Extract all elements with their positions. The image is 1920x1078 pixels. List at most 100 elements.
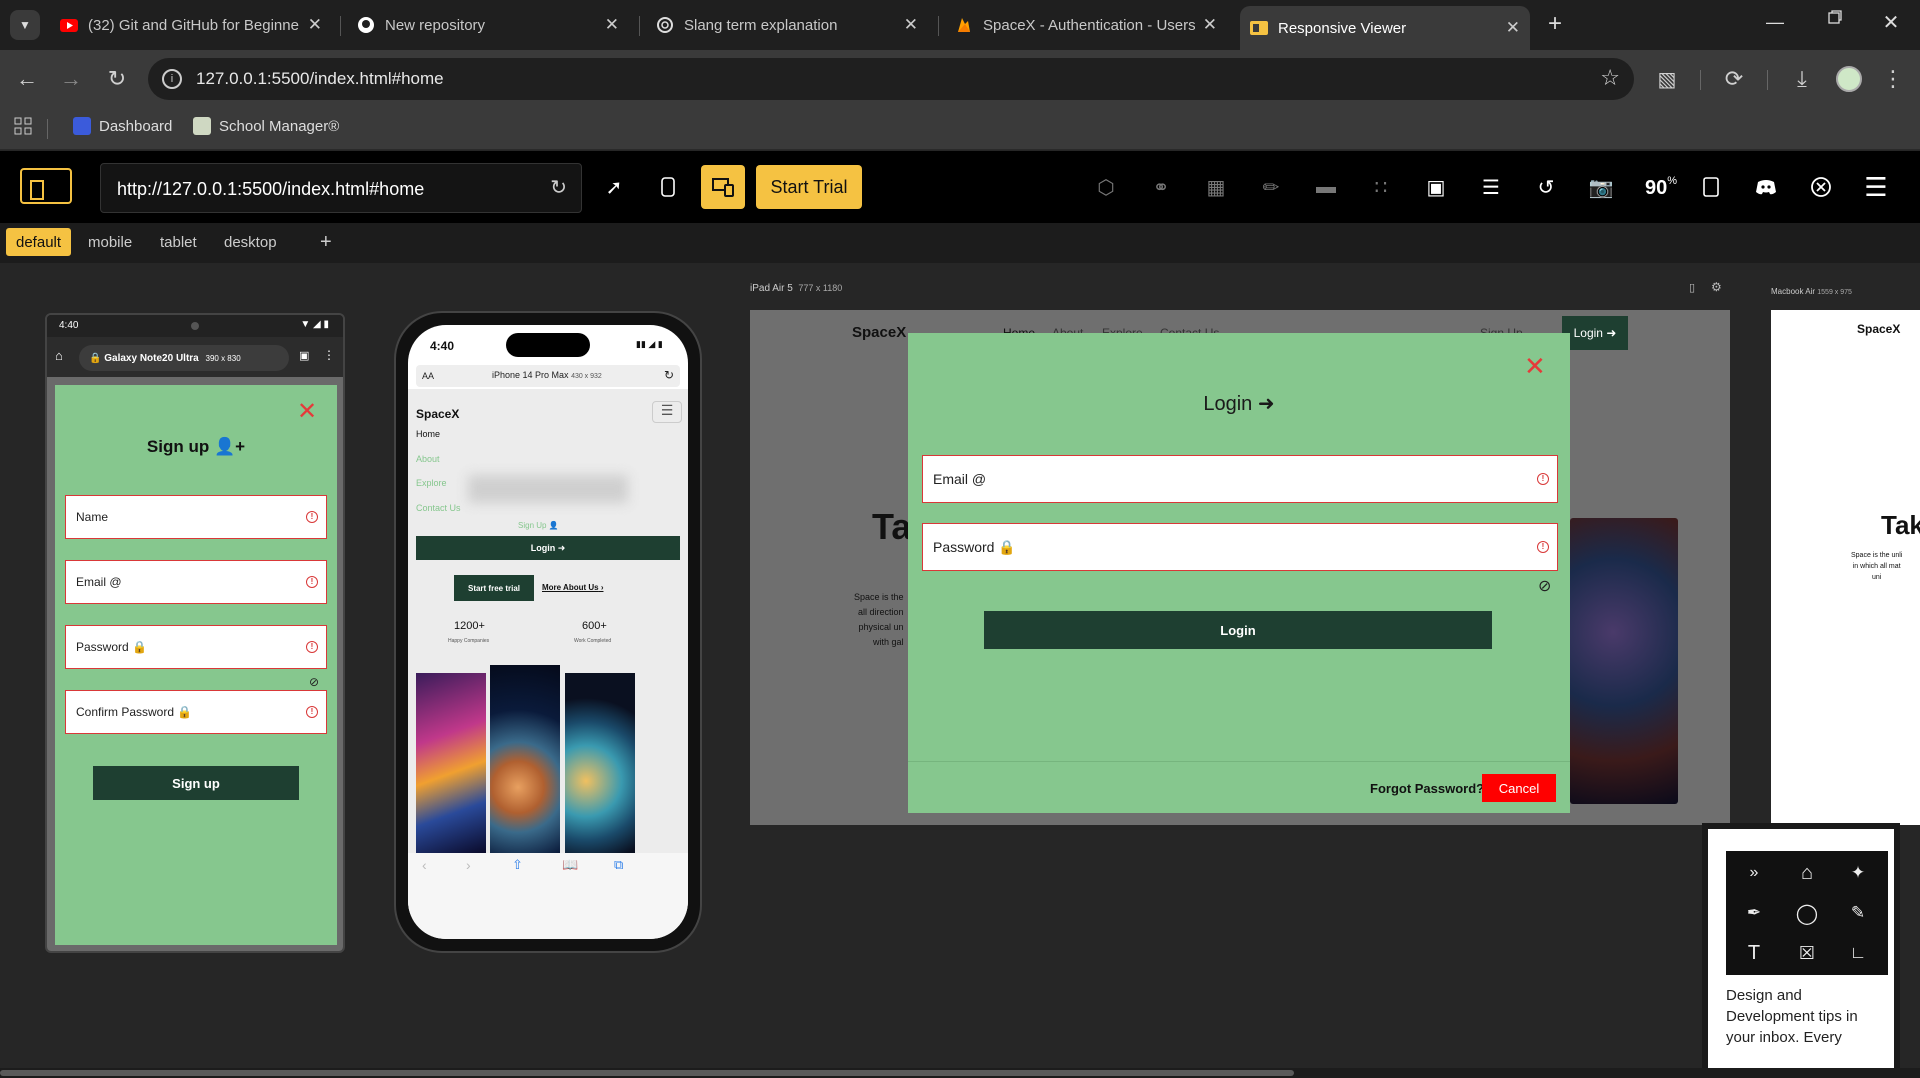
back-icon[interactable]: ‹ — [422, 857, 427, 873]
tab-chatgpt[interactable]: Slang term explanation ✕ — [646, 8, 928, 42]
note-pointer-icon[interactable]: ✎ — [1838, 895, 1878, 931]
back-button[interactable]: ← — [10, 62, 44, 96]
restore-button[interactable] — [1820, 10, 1850, 34]
hamburger-menu-icon[interactable]: ☰ — [1858, 169, 1894, 205]
preset-default[interactable]: default — [6, 228, 72, 256]
discord-icon[interactable] — [1748, 169, 1784, 205]
tab-firebase[interactable]: SpaceX - Authentication - Users ✕ — [945, 8, 1227, 42]
avatar[interactable] — [1836, 66, 1862, 92]
password-input[interactable]: Password 🔒! — [65, 625, 327, 669]
omnibox[interactable]: i 127.0.0.1:5500/index.html#home ☆ — [148, 58, 1634, 100]
sync-devices-button[interactable] — [701, 165, 745, 209]
preset-tablet[interactable]: tablet — [150, 228, 207, 256]
close-circle-icon[interactable] — [1803, 169, 1839, 205]
device-rotate-icon[interactable] — [650, 169, 686, 205]
add-preset-button[interactable]: + — [310, 228, 342, 256]
lasso-icon[interactable]: ◯ — [1787, 895, 1827, 931]
bookmarks-icon[interactable]: 📖 — [562, 857, 578, 873]
login-button[interactable]: Login ➜ — [416, 536, 680, 560]
site-info-icon[interactable]: i — [162, 69, 182, 89]
start-trial-button[interactable]: Start Trial — [756, 165, 862, 209]
undo-icon[interactable]: ↺ — [1528, 169, 1564, 205]
menu-home[interactable]: Home — [416, 429, 440, 439]
close-icon[interactable]: ✕ — [904, 15, 918, 35]
forward-button[interactable]: → — [54, 62, 88, 96]
camera-icon[interactable]: 📷 — [1583, 169, 1619, 205]
forward-icon[interactable]: › — [466, 857, 471, 873]
confirm-password-input[interactable]: Confirm Password 🔒! — [65, 690, 327, 734]
collapse-icon[interactable]: » — [1734, 855, 1774, 891]
signup-button[interactable]: Sign up — [93, 766, 299, 800]
cancel-button[interactable]: Cancel — [1482, 774, 1556, 802]
tab-switch-icon[interactable]: ▣ — [299, 349, 309, 362]
forgot-password-link[interactable]: Forgot Password? — [1370, 781, 1484, 796]
signup-link[interactable]: Sign Up 👤 — [518, 521, 559, 530]
tab-responsive-viewer[interactable]: Responsive Viewer ✕ — [1240, 6, 1530, 50]
nav-login-button[interactable]: Login ➜ — [1562, 316, 1628, 350]
email-input[interactable]: Email @! — [65, 560, 327, 604]
home-icon[interactable]: ⌂ — [1787, 855, 1827, 891]
menu-explore[interactable]: Explore — [416, 478, 447, 488]
brand-logo[interactable]: SpaceX — [416, 407, 459, 421]
tabs-icon[interactable]: ⧉ — [614, 857, 623, 873]
pen-icon[interactable]: ✒ — [1734, 895, 1774, 931]
eye-slash-icon[interactable]: ⊘ — [309, 675, 319, 689]
menu-contact[interactable]: Contact Us — [416, 503, 461, 513]
reload-button[interactable]: ↻ — [100, 62, 134, 96]
tab-search-button[interactable]: ▼ — [10, 10, 40, 40]
line-tool-icon[interactable]: ∟ — [1838, 935, 1878, 971]
horizontal-scrollbar[interactable] — [0, 1068, 1920, 1078]
reload-icon[interactable]: ↻ — [664, 368, 674, 382]
ruler-icon[interactable]: ✏ — [1253, 169, 1289, 205]
tab-github[interactable]: New repository ✕ — [347, 8, 629, 42]
close-icon[interactable]: ✕ — [1203, 15, 1217, 35]
close-icon[interactable]: ✕ — [605, 15, 619, 35]
zoom-level[interactable]: 90% — [1645, 175, 1677, 200]
downloads-button[interactable]: ⤓ — [1785, 62, 1819, 96]
preset-desktop[interactable]: desktop — [214, 228, 287, 256]
bookmark-school-manager[interactable]: School Manager® — [193, 117, 339, 135]
login-submit-button[interactable]: Login — [984, 611, 1492, 649]
close-icon[interactable]: ✕ — [1506, 18, 1520, 38]
brand-logo[interactable]: SpaceX — [1857, 322, 1900, 336]
close-icon[interactable]: ✕ — [1524, 351, 1546, 382]
close-icon[interactable]: ✕ — [308, 15, 322, 35]
password-input[interactable]: Password 🔒! — [922, 523, 1558, 571]
layers-icon[interactable]: ☰ — [1473, 169, 1509, 205]
viewer-url-input[interactable]: http://127.0.0.1:5500/index.html#home ↻ — [100, 163, 582, 213]
tab-youtube[interactable]: (32) Git and GitHub for Beginne ✕ — [50, 8, 332, 42]
hamburger-menu-icon[interactable]: ☰ — [652, 401, 682, 423]
extensions-button[interactable]: ▧ — [1650, 62, 1684, 96]
email-input[interactable]: Email @! — [922, 455, 1558, 503]
grid-icon[interactable]: ▦ — [1198, 169, 1234, 205]
close-icon[interactable]: ✕ — [297, 397, 317, 426]
image-frame-icon[interactable]: ☒ — [1787, 935, 1827, 971]
inspect-pointer-icon[interactable]: ➚ — [596, 169, 632, 205]
viewer-url-text[interactable]: http://127.0.0.1:5500/index.html#home — [117, 179, 424, 200]
rotate-device-icon[interactable]: ▯ — [1689, 281, 1695, 294]
browser-menu-button[interactable]: ⋮ — [1876, 62, 1910, 96]
dots-grid-icon[interactable]: ∷ — [1363, 169, 1399, 205]
bookmark-star-icon[interactable]: ☆ — [1600, 65, 1620, 91]
share-icon[interactable]: ⇧ — [512, 857, 523, 873]
new-tab-button[interactable]: + — [1540, 10, 1570, 40]
scrollbar-thumb[interactable] — [0, 1070, 1294, 1076]
refresh-icon[interactable]: ↻ — [550, 175, 567, 200]
start-free-trial-button[interactable]: Start free trial — [454, 575, 534, 601]
apps-grid-icon[interactable] — [14, 117, 34, 137]
close-window-button[interactable]: ✕ — [1876, 10, 1906, 34]
eye-slash-icon[interactable]: ⊘ — [1538, 576, 1551, 596]
device-settings-icon[interactable]: ⚙ — [1711, 280, 1722, 294]
menu-about[interactable]: About — [416, 454, 440, 464]
cube-icon[interactable]: ⬡ — [1088, 169, 1124, 205]
brand-logo[interactable]: SpaceX — [852, 324, 906, 341]
omnibox-url[interactable]: 127.0.0.1:5500/index.html#home — [196, 69, 444, 89]
add-sticker-icon[interactable]: ✦ — [1838, 855, 1878, 891]
overlap-circles-icon[interactable]: ⚭ — [1143, 169, 1179, 205]
preset-mobile[interactable]: mobile — [78, 228, 142, 256]
name-input[interactable]: Name! — [65, 495, 327, 539]
responsive-viewer-logo[interactable] — [20, 168, 72, 204]
safari-address-bar[interactable]: AA iPhone 14 Pro Max 430 x 932 ↻ — [416, 365, 680, 387]
text-tool-icon[interactable]: T — [1734, 935, 1774, 971]
kebab-menu-icon[interactable]: ⋮ — [323, 348, 335, 362]
